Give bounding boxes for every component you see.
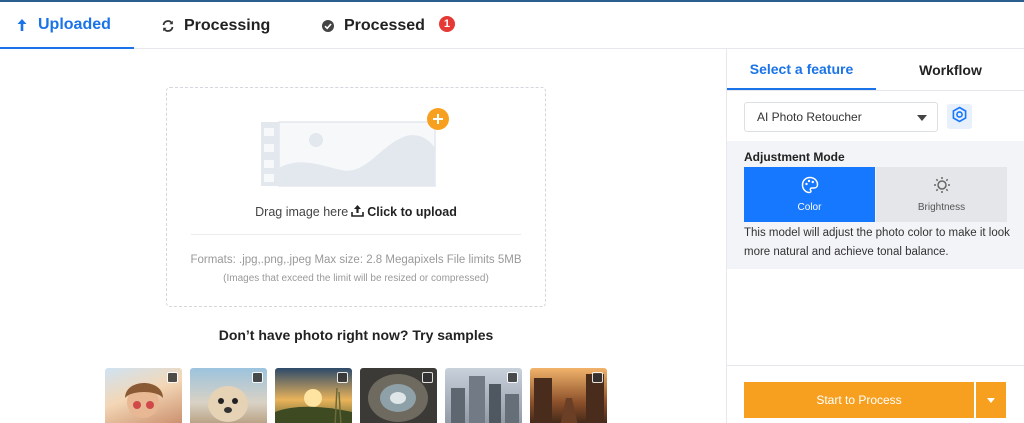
tab-uploaded-label: Uploaded — [38, 15, 111, 33]
upload-icon — [351, 204, 365, 220]
sample-checkbox[interactable] — [592, 372, 603, 383]
click-to-upload-label: Click to upload — [367, 205, 457, 219]
feature-select-value: AI Photo Retoucher — [757, 110, 862, 124]
sample-thumbnail-portrait-woman[interactable] — [105, 368, 182, 423]
start-process-button[interactable]: Start to Process — [744, 382, 974, 418]
sample-thumbnail-fisheye-tunnel[interactable] — [360, 368, 437, 423]
add-plus-icon[interactable] — [427, 108, 449, 130]
samples-title: Don’t have photo right now? Try samples — [218, 327, 494, 343]
mode-brightness-label: Brightness — [917, 202, 966, 213]
gear-icon — [951, 106, 968, 128]
sample-checkbox[interactable] — [337, 372, 348, 383]
sun-icon — [933, 176, 951, 194]
sample-thumbnail-puppy[interactable] — [190, 368, 267, 423]
tab-select-feature[interactable]: Select a feature — [727, 49, 876, 90]
tab-uploaded[interactable]: Uploaded — [0, 2, 134, 49]
start-options-button[interactable] — [976, 382, 1006, 418]
check-circle-icon — [320, 18, 336, 34]
mode-brightness-button[interactable]: Brightness — [876, 167, 1007, 222]
upload-dropzone[interactable]: Drag image here Click to upload Formats:… — [166, 87, 546, 307]
sample-checkbox[interactable] — [167, 372, 178, 383]
mode-description: This model will adjust the photo color t… — [744, 227, 1010, 258]
feature-select[interactable]: AI Photo Retoucher — [744, 102, 938, 132]
tab-processed-label: Processed — [344, 16, 425, 34]
dropzone-divider — [191, 234, 521, 235]
panel-tabs-divider — [727, 90, 1024, 91]
palette-icon — [801, 176, 819, 194]
resize-note: (Images that exceed the limit will be re… — [223, 273, 489, 284]
drag-upload-line: Drag image here Click to upload — [167, 204, 545, 220]
feature-panel: Select a feature Workflow AI Photo Retou… — [726, 49, 1024, 423]
panel-footer-divider — [727, 365, 1024, 366]
settings-button[interactable] — [947, 104, 972, 129]
arrow-up-icon — [14, 17, 30, 33]
sample-thumbnail-city-street[interactable] — [530, 368, 607, 423]
chevron-down-icon — [987, 397, 995, 403]
tab-processing-label: Processing — [184, 16, 271, 34]
sample-checkbox[interactable] — [507, 372, 518, 383]
chevron-down-icon — [917, 115, 927, 121]
adjustment-mode-title: Adjustment Mode — [744, 150, 845, 164]
tab-processing[interactable]: Processing — [160, 2, 270, 49]
click-to-upload-link[interactable]: Click to upload — [351, 204, 457, 220]
mode-color-label: Color — [797, 202, 822, 213]
sync-icon — [160, 18, 176, 34]
processed-count-badge: 1 — [438, 15, 455, 32]
formats-text: Formats: .jpg,.png,.jpeg Max size: 2.8 M… — [190, 254, 522, 266]
tab-processed[interactable]: Processed 1 — [320, 2, 455, 49]
adjustment-mode-section: Adjustment Mode Color Brightness This mo… — [727, 141, 1024, 269]
sample-checkbox[interactable] — [422, 372, 433, 383]
image-placeholder-illustration — [261, 104, 451, 190]
tab-workflow[interactable]: Workflow — [876, 49, 1024, 90]
status-tabs: Uploaded Processing Processed 1 — [0, 2, 1024, 49]
drag-text: Drag image here — [255, 205, 349, 219]
mode-color-button[interactable]: Color — [744, 167, 875, 222]
sample-thumbnail-sunrise-grass[interactable] — [275, 368, 352, 423]
sample-checkbox[interactable] — [252, 372, 263, 383]
sample-thumbnail-city-buildings[interactable] — [445, 368, 522, 423]
